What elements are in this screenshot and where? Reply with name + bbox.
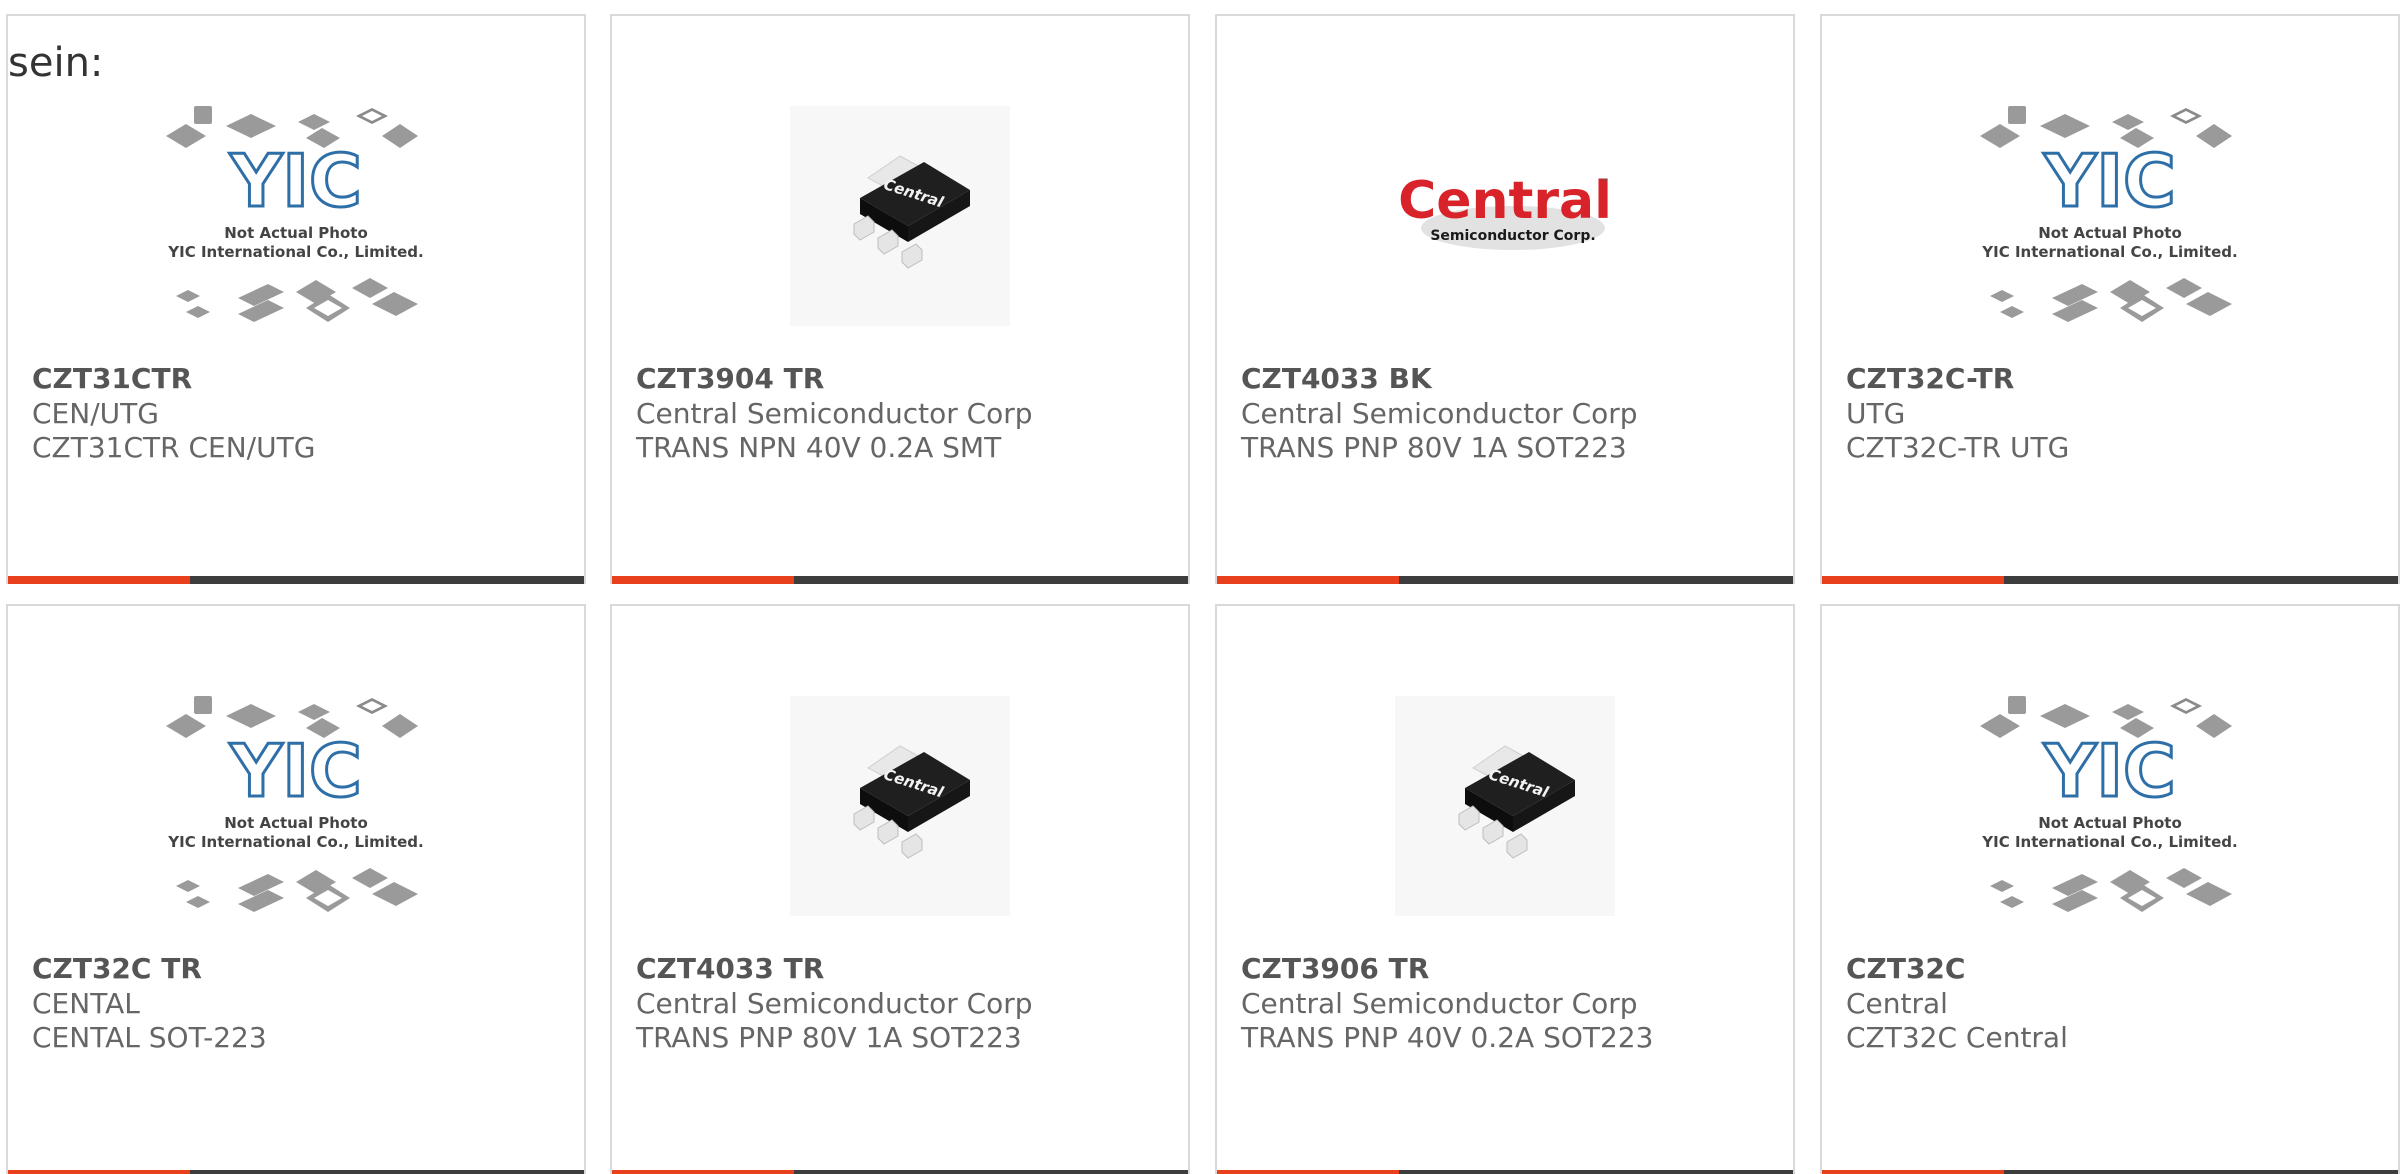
product-card[interactable]: Central CZT3906 TR Central Semiconductor … (1215, 604, 1795, 1174)
product-thumbnail[interactable]: Central (612, 96, 1188, 356)
product-thumbnail[interactable]: YIC Not Actual Photo YIC International C… (1822, 96, 2398, 356)
sot223-chip-image: Central (790, 696, 1010, 916)
yic-company-text: YIC International Co., Limited. (167, 833, 423, 851)
card-accent-bar (1822, 576, 2004, 584)
logo-text: YIC (229, 139, 362, 223)
sot223-chip-image: Central (790, 106, 1010, 326)
card-bottom-bar (612, 576, 1188, 584)
part-number[interactable]: CZT31CTR (32, 362, 192, 395)
product-description: CENTAL SOT-223 (32, 1021, 267, 1054)
part-number[interactable]: CZT32C TR (32, 952, 202, 985)
product-thumbnail[interactable]: Central (612, 686, 1188, 946)
card-bottom-bar (8, 576, 584, 584)
not-actual-photo-text: Not Actual Photo (224, 814, 368, 832)
card-accent-bar (1217, 1170, 1399, 1174)
yic-placeholder-image: YIC Not Actual Photo YIC International C… (166, 696, 424, 912)
product-description: TRANS PNP 40V 0.2A SOT223 (1241, 1021, 1654, 1054)
central-logo-sub: Semiconductor Corp. (1430, 228, 1595, 244)
card-bottom-bar (612, 1170, 1188, 1174)
central-logo-main: Central (1398, 171, 1612, 231)
part-number[interactable]: CZT32C (1846, 952, 1965, 985)
product-thumbnail[interactable]: Central ™ Semiconductor Corp. (1217, 96, 1793, 356)
product-description: TRANS PNP 80V 1A SOT223 (1241, 431, 1627, 464)
central-semiconductor-logo: Central ™ Semiconductor Corp. (1398, 171, 1612, 250)
card-bottom-bar (1822, 1170, 2398, 1174)
logo-text: YIC (2043, 729, 2176, 813)
manufacturer: Central Semiconductor Corp (1241, 397, 1638, 430)
manufacturer: Central (1846, 987, 1948, 1020)
manufacturer: CEN/UTG (32, 397, 159, 430)
lead-text: sein: (8, 40, 104, 86)
card-accent-bar (612, 1170, 794, 1174)
product-card[interactable]: YIC Not Actual Photo YIC International C… (1820, 604, 2400, 1174)
card-accent-bar (8, 1170, 190, 1174)
product-card[interactable]: YIC Not Actual Photo YIC International C… (1820, 14, 2400, 584)
yic-placeholder-image: YIC Not Actual Photo YIC International C… (1980, 106, 2238, 322)
card-accent-bar (1822, 1170, 2004, 1174)
product-description: CZT32C-TR UTG (1846, 431, 2070, 464)
product-description: TRANS PNP 80V 1A SOT223 (636, 1021, 1022, 1054)
card-bottom-bar (1822, 576, 2398, 584)
card-bottom-bar (8, 1170, 584, 1174)
product-card[interactable]: YIC Not Actual Photo YIC International C… (6, 604, 586, 1174)
card-accent-bar (1217, 576, 1399, 584)
product-thumbnail[interactable]: YIC Not Actual Photo YIC International C… (8, 96, 584, 356)
card-accent-bar (8, 576, 190, 584)
not-actual-photo-text: Not Actual Photo (224, 224, 368, 242)
manufacturer: Central Semiconductor Corp (1241, 987, 1638, 1020)
manufacturer: UTG (1846, 397, 1906, 430)
product-thumbnail[interactable]: YIC Not Actual Photo YIC International C… (8, 686, 584, 946)
manufacturer: CENTAL (32, 987, 140, 1020)
part-number[interactable]: CZT32C-TR (1846, 362, 2014, 395)
not-actual-photo-text: Not Actual Photo (2038, 224, 2182, 242)
logo-text: ™ (1599, 178, 1609, 189)
yic-company-text: YIC International Co., Limited. (1981, 243, 2237, 261)
logo-text: YIC (229, 729, 362, 813)
part-number[interactable]: CZT4033 TR (636, 952, 824, 985)
manufacturer: Central Semiconductor Corp (636, 397, 1033, 430)
product-card[interactable]: Central CZT3904 TR Central Semiconductor … (610, 14, 1190, 584)
product-card[interactable]: Central ™ Semiconductor Corp. CZT4033 BK… (1215, 14, 1795, 584)
product-description: TRANS NPN 40V 0.2A SMT (636, 431, 1002, 464)
card-bottom-bar (1217, 1170, 1793, 1174)
manufacturer: Central Semiconductor Corp (636, 987, 1033, 1020)
yic-company-text: YIC International Co., Limited. (1981, 833, 2237, 851)
logo-text: YIC (2043, 139, 2176, 223)
card-bottom-bar (1217, 576, 1793, 584)
product-thumbnail[interactable]: YIC Not Actual Photo YIC International C… (1822, 686, 2398, 946)
product-card[interactable]: Central CZT4033 TR Central Semiconductor … (610, 604, 1190, 1174)
card-accent-bar (612, 576, 794, 584)
product-description: CZT31CTR CEN/UTG (32, 431, 316, 464)
part-number[interactable]: CZT3904 TR (636, 362, 824, 395)
yic-placeholder-image: YIC Not Actual Photo YIC International C… (166, 106, 424, 322)
product-card[interactable]: YIC Not Actual Photo YIC International C… (6, 14, 586, 584)
yic-placeholder-image: YIC Not Actual Photo YIC International C… (1980, 696, 2238, 912)
product-thumbnail[interactable]: Central (1217, 686, 1793, 946)
part-number[interactable]: CZT3906 TR (1241, 952, 1429, 985)
product-description: CZT32C Central (1846, 1021, 2068, 1054)
sot223-chip-image: Central (1395, 696, 1615, 916)
yic-company-text: YIC International Co., Limited. (167, 243, 423, 261)
not-actual-photo-text: Not Actual Photo (2038, 814, 2182, 832)
part-number[interactable]: CZT4033 BK (1241, 362, 1432, 395)
